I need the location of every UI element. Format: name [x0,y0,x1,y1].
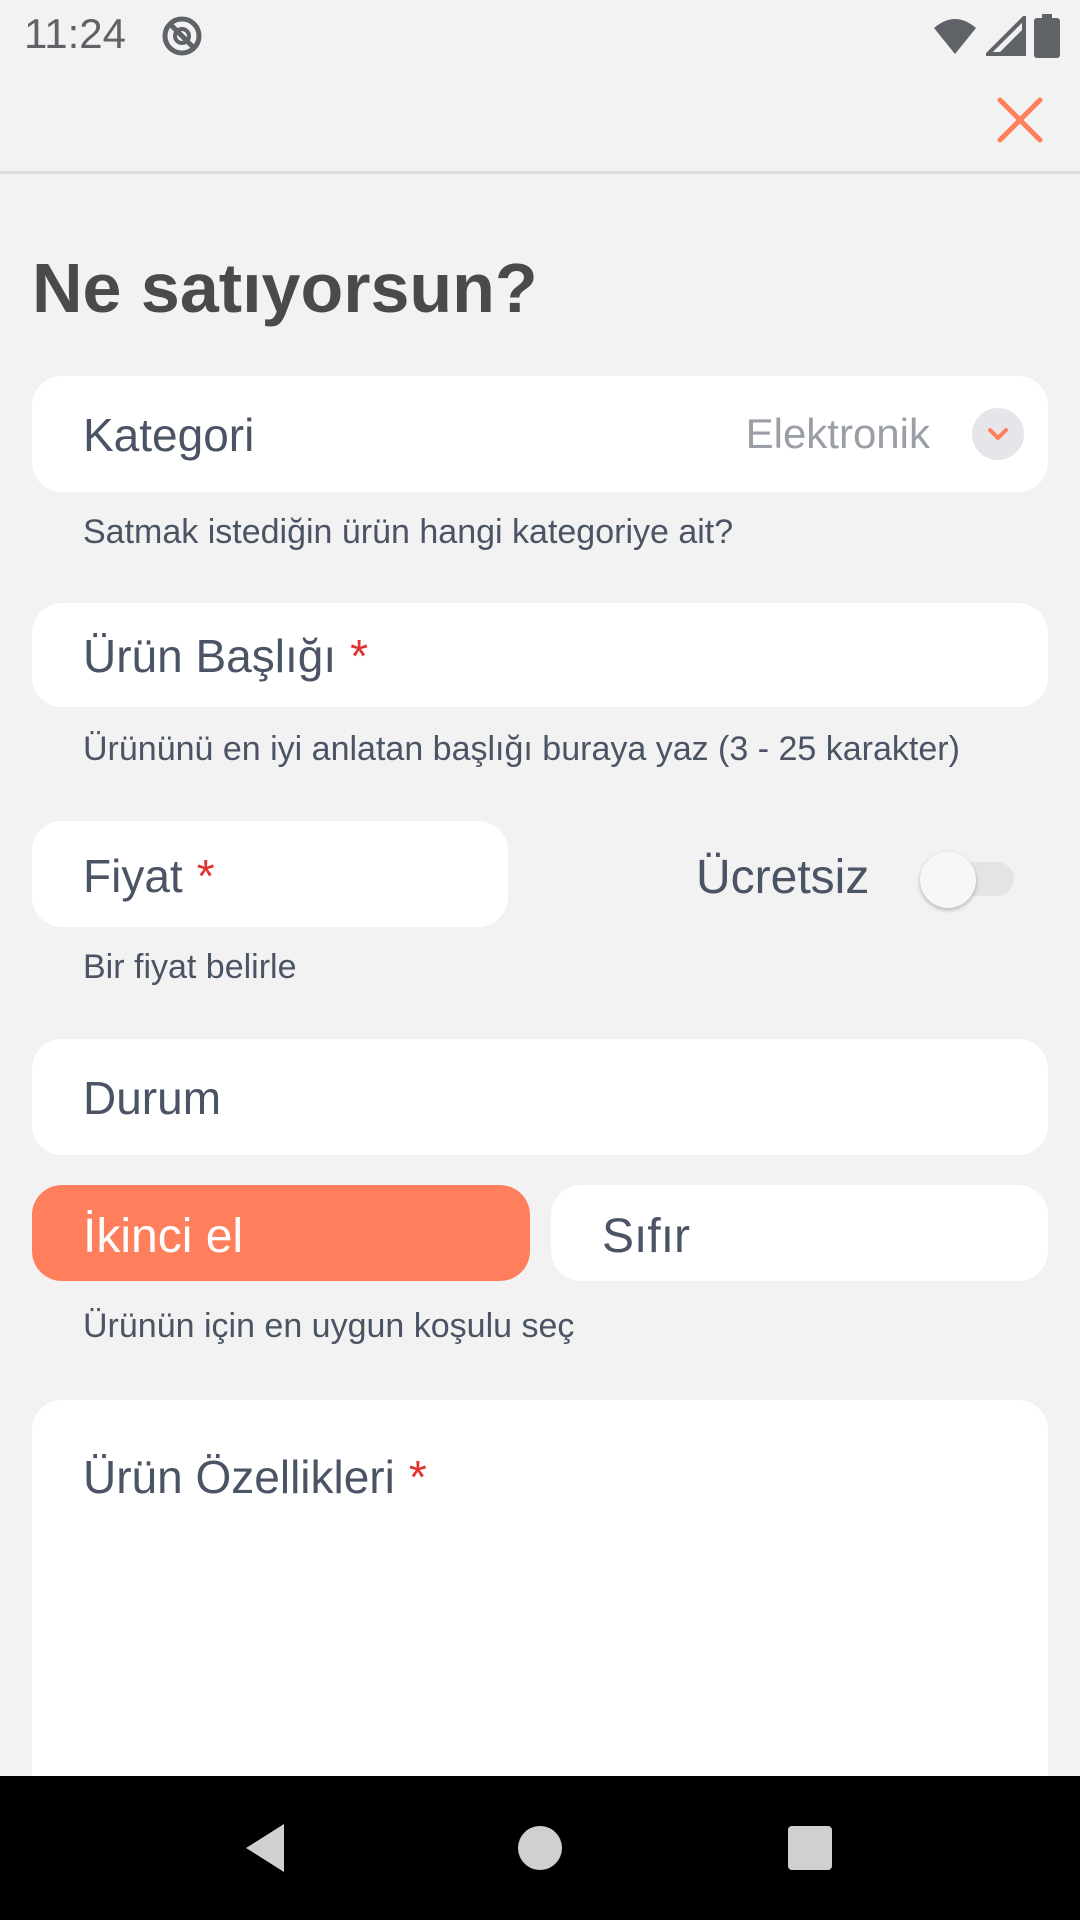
close-icon[interactable] [992,92,1048,148]
condition-option-label: Sıfır [602,1210,691,1263]
status-time: 11:24 [24,10,126,57]
product-title-label: Ürün Başlığı * [83,629,368,683]
price-label: Fiyat * [83,849,215,903]
free-label: Ücretsiz [696,851,870,904]
condition-field: Durum [32,1039,1048,1155]
toggle-thumb [920,852,976,908]
screen: 11:24 Ne satıyorsun? Kategori Elektronik… [0,0,1080,1920]
required-marker: * [350,630,369,682]
status-bar: 11:24 [0,0,1080,72]
product-title-field[interactable]: Ürün Başlığı * [32,603,1048,707]
condition-helper: Ürünün için en uygun koşulu seç [83,1307,575,1345]
back-icon[interactable] [236,1816,300,1880]
condition-option-second-hand[interactable]: İkinci el [32,1185,530,1281]
category-label: Kategori [83,409,255,461]
condition-label: Durum [83,1072,222,1124]
condition-option-new[interactable]: Sıfır [551,1185,1048,1281]
product-features-label: Ürün Özellikleri * [83,1450,427,1504]
product-title-label-text: Ürün Başlığı [83,630,337,682]
do-not-disturb-icon [162,16,202,56]
product-features-label-text: Ürün Özellikleri [83,1451,395,1503]
category-helper: Satmak istediğin ürün hangi kategoriye a… [83,513,734,551]
price-helper: Bir fiyat belirle [83,948,297,986]
required-marker: * [196,850,215,902]
price-field[interactable]: Fiyat * [32,821,508,927]
required-marker: * [408,1451,427,1503]
condition-option-label: İkinci el [83,1210,244,1263]
home-icon[interactable] [508,1816,572,1880]
chevron-down-icon[interactable] [972,408,1024,460]
product-title-helper: Ürününü en iyi anlatan başlığı buraya ya… [83,730,960,768]
battery-icon [1034,14,1060,58]
wifi-icon [934,19,976,54]
page-title: Ne satıyorsun? [32,249,538,327]
status-icons [932,14,1060,58]
free-toggle[interactable] [920,852,1016,908]
top-app-bar [0,72,1080,174]
system-nav-bar [0,1776,1080,1920]
category-select[interactable]: Kategori Elektronik [32,376,1048,492]
category-value: Elektronik [745,410,930,457]
signal-icon [986,16,1026,56]
recents-icon[interactable] [778,1816,842,1880]
price-label-text: Fiyat [83,850,183,902]
